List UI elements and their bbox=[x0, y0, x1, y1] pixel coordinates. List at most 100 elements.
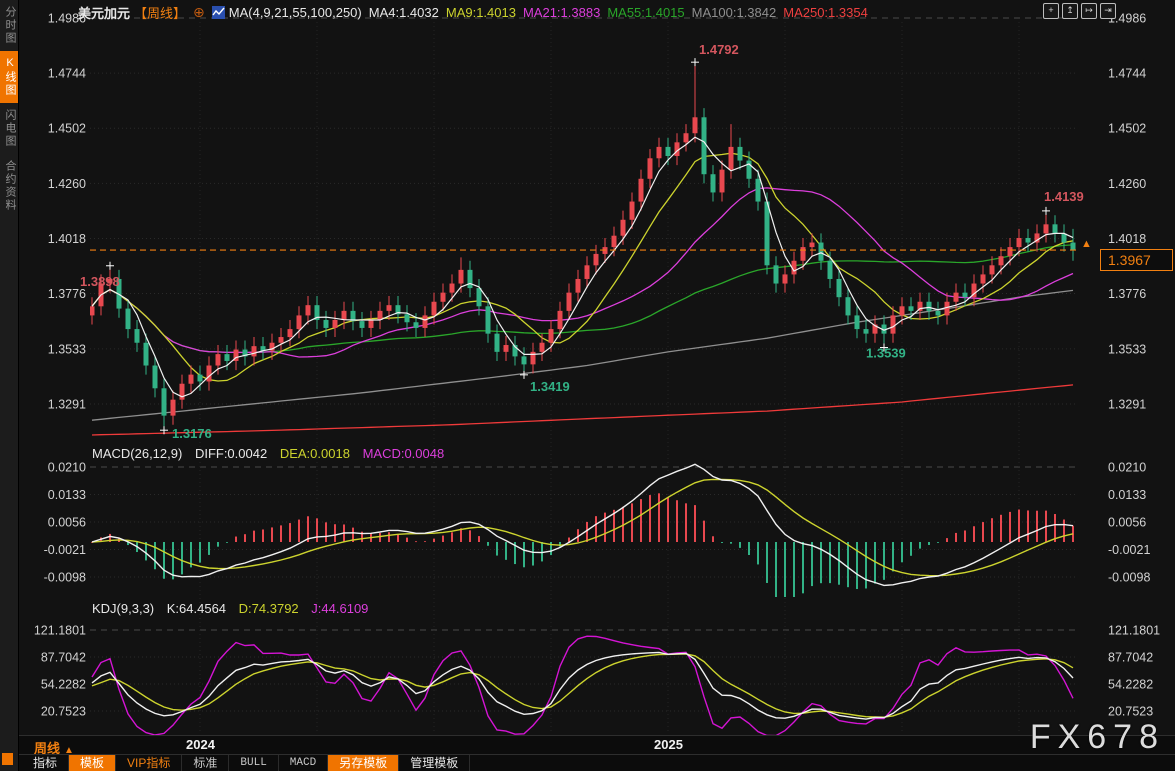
sidebar-item-kline-chart[interactable]: K线图 bbox=[0, 51, 18, 103]
chart-canvas[interactable]: 1.49861.49861.47441.47441.45021.45021.42… bbox=[0, 0, 1175, 755]
price-annotation: 1.4792 bbox=[699, 42, 739, 57]
macd-hist-bar bbox=[676, 500, 678, 542]
ma9-value: MA9:1.4013 bbox=[446, 5, 516, 20]
candle-body bbox=[846, 297, 851, 315]
candle-body bbox=[504, 345, 509, 352]
kdj-j-value: J:44.6109 bbox=[311, 601, 368, 616]
sidebar-item-timeline-chart[interactable]: 分时图 bbox=[0, 0, 18, 51]
candle-body bbox=[729, 147, 734, 170]
toolbar-template-button[interactable]: 模板 bbox=[69, 755, 116, 771]
macd-diff-value: DIFF:0.0042 bbox=[195, 446, 267, 461]
toolbar-bull-button[interactable]: BULL bbox=[229, 755, 278, 771]
candle-body bbox=[999, 256, 1004, 265]
pan-right-icon[interactable]: ⇥ bbox=[1100, 3, 1116, 19]
candle-body bbox=[360, 321, 365, 328]
macd-hist-bar bbox=[199, 542, 201, 563]
x-tick-2024: 2024 bbox=[186, 737, 215, 752]
ma21-value: MA21:1.3883 bbox=[523, 5, 600, 20]
candle-body bbox=[153, 366, 158, 389]
macd-hist-bar bbox=[1036, 511, 1038, 542]
candle-body bbox=[1044, 224, 1049, 233]
macd-hist-bar bbox=[235, 537, 237, 542]
macd-hist-bar bbox=[586, 522, 588, 542]
candle-body bbox=[288, 329, 293, 337]
candle-body bbox=[144, 343, 149, 366]
macd-hist-bar bbox=[973, 526, 975, 542]
macd-hist-bar bbox=[766, 542, 768, 583]
macd-hist-bar bbox=[298, 520, 300, 542]
macd-title: MACD(26,12,9) bbox=[92, 446, 182, 461]
candle-body bbox=[801, 247, 806, 261]
macd-hist-bar bbox=[694, 505, 696, 542]
toolbar-vip-indicators-button[interactable]: VIP指标 bbox=[116, 755, 182, 771]
macd-hist-bar bbox=[820, 542, 822, 583]
fit-vertical-icon[interactable]: ↥ bbox=[1062, 3, 1078, 19]
time-axis-row: 周线▲ 2024 2025 bbox=[0, 735, 1175, 755]
candle-body bbox=[909, 306, 914, 311]
sidebar-item-contract-info[interactable]: 合约资料 bbox=[0, 154, 18, 218]
y-tick-label: 1.3291 bbox=[1108, 398, 1146, 412]
macd-hist-bar bbox=[217, 542, 219, 547]
macd-hist-bar bbox=[946, 538, 948, 542]
ma9-line bbox=[92, 153, 1073, 381]
y-tick-label: 121.1801 bbox=[1108, 624, 1160, 638]
chart-header: 美元加元 【周线】 ⊕ MA(4,9,21,55,100,250) MA4:1.… bbox=[78, 2, 875, 22]
y-tick-label: 1.4744 bbox=[1108, 67, 1146, 81]
chart-type-icon[interactable] bbox=[212, 6, 225, 19]
toolbar-manage-template-button[interactable]: 管理模板 bbox=[399, 755, 470, 771]
macd-hist-bar bbox=[730, 542, 732, 544]
ma4-line bbox=[92, 137, 1073, 397]
toolbar-save-template-button[interactable]: 另存模板 bbox=[328, 755, 399, 771]
macd-hist-bar bbox=[838, 542, 840, 585]
candle-body bbox=[1017, 238, 1022, 247]
price-annotation: 1.3176 bbox=[172, 426, 212, 441]
candle-body bbox=[657, 147, 662, 158]
macd-hist-bar bbox=[928, 542, 930, 545]
candle-body bbox=[819, 243, 824, 261]
price-marker-arrow-icon: ▲ bbox=[1081, 238, 1092, 250]
candle-body bbox=[306, 305, 311, 315]
sidebar-item-lightning-chart[interactable]: 闪电图 bbox=[0, 103, 18, 154]
candle-body bbox=[279, 337, 284, 343]
y-tick-label: 1.3776 bbox=[48, 287, 86, 301]
candle-body bbox=[450, 284, 455, 293]
macd-hist-bar bbox=[802, 542, 804, 593]
macd-hist-bar bbox=[226, 542, 228, 543]
macd-hist-bar bbox=[775, 542, 777, 597]
toolbar-indicators-button[interactable]: 指标 bbox=[22, 755, 69, 771]
candle-body bbox=[711, 174, 716, 192]
macd-hist-bar bbox=[469, 530, 471, 542]
candle-body bbox=[594, 254, 599, 265]
fit-horizontal-icon[interactable]: ↦ bbox=[1081, 3, 1097, 19]
move-icon[interactable]: + bbox=[1043, 3, 1059, 19]
candle-body bbox=[936, 311, 941, 316]
y-tick-label: 121.1801 bbox=[34, 624, 86, 638]
sidebar-bottom-button[interactable] bbox=[2, 753, 13, 765]
macd-hist-bar bbox=[964, 530, 966, 542]
candle-body bbox=[207, 366, 212, 382]
y-tick-label: -0.0021 bbox=[44, 543, 86, 557]
candle-body bbox=[387, 305, 392, 311]
macd-hist-bar bbox=[388, 532, 390, 542]
candle-body bbox=[774, 265, 779, 283]
macd-hist-bar bbox=[649, 495, 651, 542]
toolbar-macd-button[interactable]: MACD bbox=[279, 755, 328, 771]
candle-body bbox=[468, 270, 473, 288]
candle-body bbox=[1026, 238, 1031, 243]
kdj-pane-header: KDJ(9,3,3) K:64.4564 D:74.3792 J:44.6109 bbox=[92, 601, 377, 616]
candle-body bbox=[981, 274, 986, 283]
macd-hist-bar bbox=[1063, 520, 1065, 542]
candle-body bbox=[684, 133, 689, 142]
macd-hist-bar bbox=[523, 542, 525, 567]
candle-body bbox=[549, 329, 554, 343]
macd-hist-bar bbox=[478, 536, 480, 542]
add-indicator-icon[interactable]: ⊕ bbox=[193, 4, 205, 21]
y-tick-label: 20.7523 bbox=[41, 705, 86, 719]
candle-body bbox=[963, 293, 968, 298]
toolbar-standard-button[interactable]: 标准 bbox=[182, 755, 229, 771]
candle-body bbox=[486, 306, 491, 333]
candle-body bbox=[576, 279, 581, 293]
macd-hist-bar bbox=[793, 542, 795, 600]
macd-hist-bar bbox=[1027, 510, 1029, 542]
candle-body bbox=[927, 302, 932, 311]
